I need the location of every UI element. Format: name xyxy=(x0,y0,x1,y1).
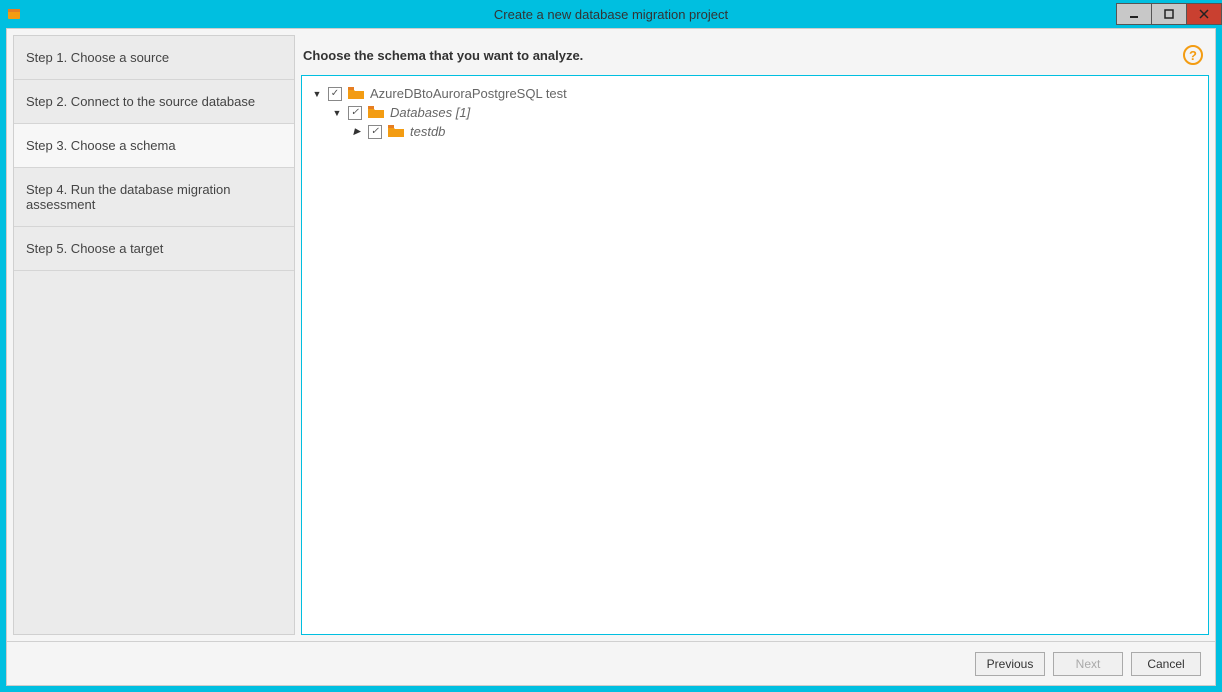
tree-row-databases: ▼ ✓ Databases [1] xyxy=(312,103,1198,122)
checkbox[interactable]: ✓ xyxy=(348,106,362,120)
right-pane: Choose the schema that you want to analy… xyxy=(301,35,1209,635)
step-3[interactable]: Step 3. Choose a schema xyxy=(14,124,294,168)
window-title: Create a new database migration project xyxy=(0,7,1222,22)
step-2[interactable]: Step 2. Connect to the source database xyxy=(14,80,294,124)
schema-tree: ▼ ✓ AzureDBtoAuroraPostgreSQL test ▼ ✓ D… xyxy=(301,75,1209,635)
maximize-button[interactable] xyxy=(1151,3,1187,25)
wizard-steps-sidebar: Step 1. Choose a source Step 2. Connect … xyxy=(13,35,295,635)
pane-header: Choose the schema that you want to analy… xyxy=(301,35,1209,75)
window-controls xyxy=(1117,3,1222,25)
tree-row-testdb: ▶ ✓ testdb xyxy=(312,122,1198,141)
tree-node-label[interactable]: testdb xyxy=(410,124,445,139)
expander-icon[interactable]: ▶ xyxy=(352,127,362,137)
pane-title: Choose the schema that you want to analy… xyxy=(303,48,1183,63)
previous-button[interactable]: Previous xyxy=(975,652,1045,676)
expander-icon[interactable]: ▼ xyxy=(312,89,322,99)
titlebar: Create a new database migration project xyxy=(0,0,1222,28)
help-icon[interactable]: ? xyxy=(1183,45,1203,65)
folder-icon xyxy=(348,87,364,100)
tree-row-root: ▼ ✓ AzureDBtoAuroraPostgreSQL test xyxy=(312,84,1198,103)
app-icon xyxy=(6,6,22,22)
checkbox[interactable]: ✓ xyxy=(368,125,382,139)
step-5[interactable]: Step 5. Choose a target xyxy=(14,227,294,271)
expander-icon[interactable]: ▼ xyxy=(332,108,342,118)
close-button[interactable] xyxy=(1186,3,1222,25)
next-button[interactable]: Next xyxy=(1053,652,1123,676)
tree-node-label[interactable]: AzureDBtoAuroraPostgreSQL test xyxy=(370,86,567,101)
dialog-body: Step 1. Choose a source Step 2. Connect … xyxy=(6,28,1216,686)
step-1[interactable]: Step 1. Choose a source xyxy=(14,36,294,80)
checkbox[interactable]: ✓ xyxy=(328,87,342,101)
folder-icon xyxy=(368,106,384,119)
tree-node-label[interactable]: Databases [1] xyxy=(390,105,470,120)
step-4[interactable]: Step 4. Run the database migration asses… xyxy=(14,168,294,227)
cancel-button[interactable]: Cancel xyxy=(1131,652,1201,676)
folder-icon xyxy=(388,125,404,138)
dialog-footer: Previous Next Cancel xyxy=(7,641,1215,685)
main-row: Step 1. Choose a source Step 2. Connect … xyxy=(7,29,1215,641)
minimize-button[interactable] xyxy=(1116,3,1152,25)
